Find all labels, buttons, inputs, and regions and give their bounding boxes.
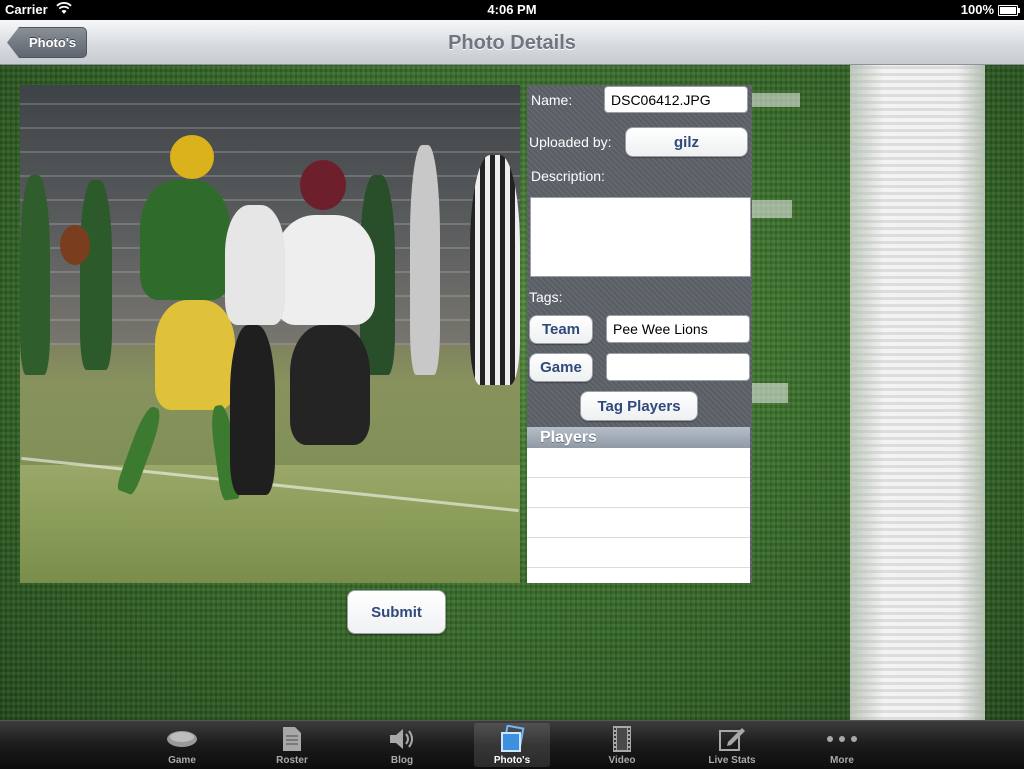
photo-details-panel: Name: DSC06412.JPG Uploaded by: gilz Des… [527, 85, 752, 583]
tab-label: Blog [390, 755, 414, 766]
tab-label: Roster [276, 755, 308, 766]
tab-photos[interactable]: Photo's [474, 723, 550, 767]
tab-bar: Game Roster Blog Photo's Video Live Stat… [0, 720, 1024, 769]
field-yard-line [850, 65, 985, 720]
name-label: Name: [531, 92, 573, 108]
document-icon [254, 725, 330, 753]
status-time: 4:06 PM [487, 2, 537, 17]
tag-players-button[interactable]: Tag Players [580, 391, 698, 421]
description-field[interactable] [530, 197, 751, 277]
field-hash-mark [752, 93, 800, 107]
table-row[interactable] [527, 448, 750, 478]
tags-label: Tags: [529, 289, 563, 305]
game-button[interactable]: Game [529, 353, 593, 382]
submit-button[interactable]: Submit [347, 590, 446, 634]
film-icon [584, 725, 660, 753]
speaker-icon [364, 725, 440, 753]
tab-label: Video [608, 755, 636, 766]
more-icon [804, 725, 880, 753]
table-row[interactable] [527, 538, 750, 568]
table-row[interactable] [527, 508, 750, 538]
tab-label: More [830, 755, 854, 766]
page-title: Photo Details [448, 32, 576, 54]
name-field[interactable]: DSC06412.JPG [604, 86, 748, 113]
navigation-bar: Photo's Photo Details [0, 20, 1024, 65]
football [60, 225, 90, 265]
players-table[interactable] [527, 448, 750, 583]
game-field[interactable] [606, 353, 750, 381]
tab-blog[interactable]: Blog [364, 723, 440, 767]
tab-more[interactable]: More [804, 723, 880, 767]
table-row[interactable] [527, 478, 750, 508]
football-icon [144, 725, 220, 753]
field-hash-mark [752, 383, 788, 403]
status-bar: Carrier 4:06 PM 100% [0, 0, 1024, 20]
tab-live-stats[interactable]: Live Stats [694, 723, 770, 767]
photos-icon [474, 725, 550, 753]
battery-icon [998, 5, 1020, 16]
uploaded-by-button[interactable]: gilz [625, 127, 748, 157]
uploaded-by-label: Uploaded by: [529, 134, 612, 150]
tab-roster[interactable]: Roster [254, 723, 330, 767]
field-hash-mark [752, 200, 792, 218]
tab-label: Photo's [493, 755, 531, 766]
tab-label: Game [168, 755, 196, 766]
team-field[interactable]: Pee Wee Lions [606, 315, 750, 343]
tab-game[interactable]: Game [144, 723, 220, 767]
team-button[interactable]: Team [529, 315, 593, 344]
description-label: Description: [531, 168, 605, 184]
tab-video[interactable]: Video [584, 723, 660, 767]
battery-percent: 100% [960, 2, 994, 17]
game-photo [20, 85, 520, 583]
players-section-header: Players [527, 427, 750, 448]
tab-label: Live Stats [708, 755, 756, 766]
edit-icon [694, 725, 770, 753]
